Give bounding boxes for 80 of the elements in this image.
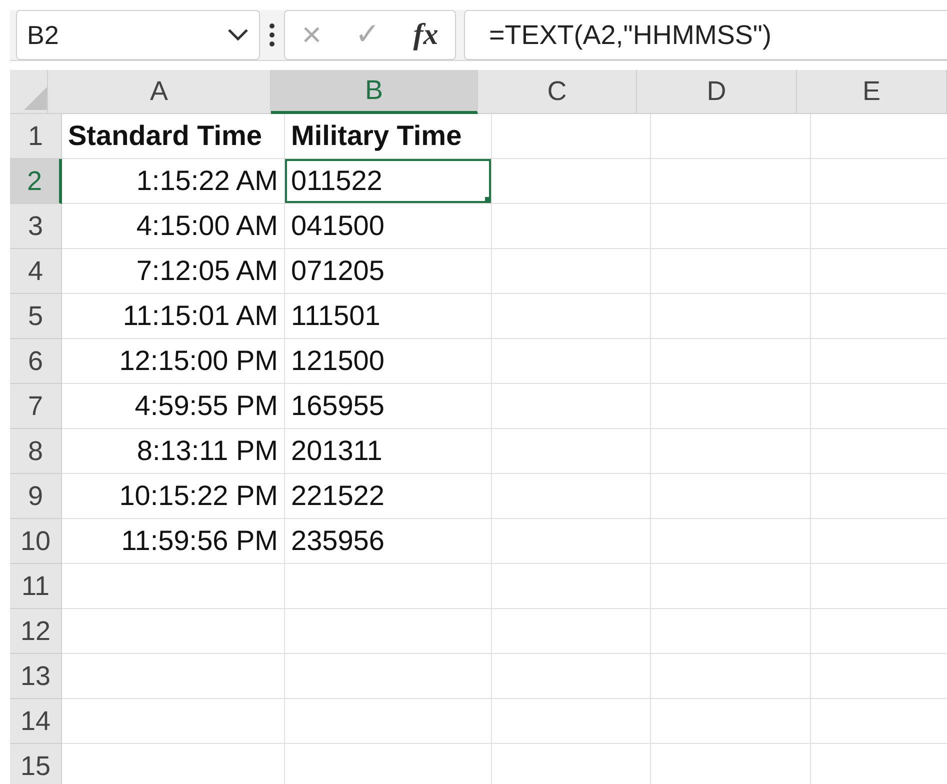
table-cell[interactable] bbox=[651, 609, 811, 654]
table-cell[interactable] bbox=[492, 474, 651, 519]
insert-function-button[interactable]: fx bbox=[413, 20, 438, 50]
table-cell[interactable] bbox=[492, 564, 651, 609]
row-header[interactable]: 1 bbox=[10, 114, 62, 159]
table-cell[interactable] bbox=[651, 384, 811, 429]
table-cell[interactable]: Standard Time bbox=[62, 114, 285, 159]
table-cell[interactable]: 221522 bbox=[285, 474, 492, 519]
column-header[interactable]: A bbox=[48, 70, 271, 114]
table-cell[interactable] bbox=[651, 339, 811, 384]
row-header[interactable]: 13 bbox=[10, 654, 62, 699]
row-header[interactable]: 9 bbox=[10, 474, 62, 519]
table-cell[interactable]: 041500 bbox=[285, 204, 492, 249]
table-cell[interactable]: 235956 bbox=[285, 519, 492, 564]
table-cell[interactable] bbox=[492, 384, 651, 429]
row-header[interactable]: 2 bbox=[10, 159, 62, 204]
table-cell[interactable] bbox=[492, 609, 651, 654]
table-cell[interactable] bbox=[651, 204, 811, 249]
table-cell[interactable] bbox=[651, 159, 811, 204]
table-cell[interactable]: 111501 bbox=[285, 294, 492, 339]
table-cell[interactable]: 4:15:00 AM bbox=[62, 204, 285, 249]
row-header[interactable]: 15 bbox=[10, 744, 62, 784]
table-cell[interactable]: 7:12:05 AM bbox=[62, 249, 285, 294]
table-cell[interactable]: 8:13:11 PM bbox=[62, 429, 285, 474]
table-cell[interactable] bbox=[285, 654, 492, 699]
table-cell[interactable] bbox=[285, 609, 492, 654]
row-header[interactable]: 12 bbox=[10, 609, 62, 654]
table-cell[interactable] bbox=[492, 519, 651, 564]
more-options-icon[interactable] bbox=[268, 22, 276, 48]
table-cell[interactable] bbox=[492, 249, 651, 294]
table-cell[interactable] bbox=[492, 114, 651, 159]
table-cell[interactable] bbox=[492, 339, 651, 384]
table-cell[interactable]: 165955 bbox=[285, 384, 492, 429]
formula-field[interactable]: =TEXT(A2,"HHMMSS") bbox=[464, 10, 947, 60]
table-cell[interactable] bbox=[285, 699, 492, 744]
table-cell[interactable] bbox=[492, 699, 651, 744]
table-cell[interactable]: 4:59:55 PM bbox=[62, 384, 285, 429]
chevron-down-icon[interactable] bbox=[227, 28, 249, 42]
table-cell[interactable] bbox=[492, 204, 651, 249]
row-header[interactable]: 10 bbox=[10, 519, 62, 564]
table-cell[interactable]: 201311 bbox=[285, 429, 492, 474]
table-cell[interactable]: 121500 bbox=[285, 339, 492, 384]
table-cell[interactable] bbox=[651, 249, 811, 294]
table-cell[interactable] bbox=[651, 474, 811, 519]
table-cell[interactable] bbox=[651, 429, 811, 474]
table-cell[interactable]: 10:15:22 PM bbox=[62, 474, 285, 519]
table-cell[interactable] bbox=[492, 294, 651, 339]
table-cell[interactable]: 011522 bbox=[285, 159, 492, 204]
table-cell[interactable] bbox=[492, 159, 651, 204]
table-cell[interactable]: 071205 bbox=[285, 249, 492, 294]
table-cell[interactable] bbox=[62, 564, 285, 609]
row-header[interactable]: 8 bbox=[10, 429, 62, 474]
table-cell[interactable] bbox=[492, 654, 651, 699]
table-cell[interactable] bbox=[651, 114, 811, 159]
row-header[interactable]: 7 bbox=[10, 384, 62, 429]
table-cell[interactable] bbox=[492, 429, 651, 474]
table-cell[interactable] bbox=[651, 654, 811, 699]
table-cell[interactable] bbox=[651, 519, 811, 564]
table-cell[interactable] bbox=[62, 654, 285, 699]
table-cell[interactable]: 11:15:01 AM bbox=[62, 294, 285, 339]
column-header[interactable]: E bbox=[797, 70, 947, 114]
row-header[interactable]: 6 bbox=[10, 339, 62, 384]
table-cell[interactable] bbox=[651, 564, 811, 609]
column-header[interactable]: C bbox=[478, 70, 637, 114]
table-cell[interactable] bbox=[285, 564, 492, 609]
table-cell[interactable] bbox=[62, 699, 285, 744]
table-cell[interactable] bbox=[62, 609, 285, 654]
column-header[interactable]: B bbox=[271, 70, 478, 114]
table-cell[interactable] bbox=[651, 699, 811, 744]
row-header[interactable]: 4 bbox=[10, 249, 62, 294]
row-header[interactable]: 3 bbox=[10, 204, 62, 249]
table-cell[interactable]: 12:15:00 PM bbox=[62, 339, 285, 384]
name-box[interactable]: B2 bbox=[16, 10, 260, 60]
select-all-corner[interactable] bbox=[10, 70, 48, 114]
row-header[interactable]: 14 bbox=[10, 699, 62, 744]
column-header[interactable]: D bbox=[637, 70, 797, 114]
row-header[interactable]: 5 bbox=[10, 294, 62, 339]
row-header[interactable]: 11 bbox=[10, 564, 62, 609]
table-cell[interactable] bbox=[651, 294, 811, 339]
table-cell[interactable]: 11:59:56 PM bbox=[62, 519, 285, 564]
